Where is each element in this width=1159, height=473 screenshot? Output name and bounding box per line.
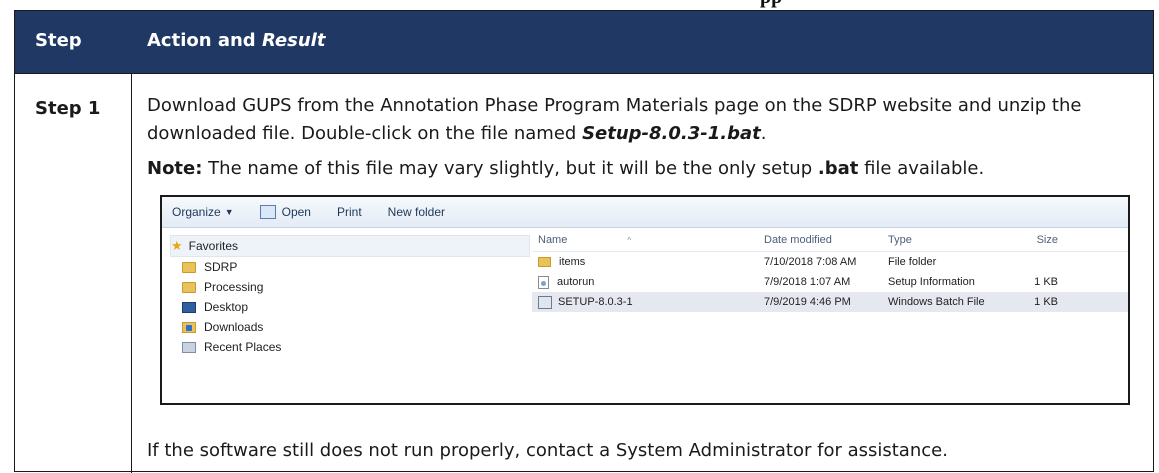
nav-item-downloads[interactable]: Downloads bbox=[170, 317, 530, 337]
column-size[interactable]: Size bbox=[998, 234, 1058, 246]
file-date: 7/10/2018 7:08 AM bbox=[764, 256, 857, 268]
folder-icon bbox=[182, 281, 196, 293]
file-name-cell: autorun bbox=[532, 275, 764, 289]
desktop-icon bbox=[182, 301, 196, 313]
column-type[interactable]: Type bbox=[888, 234, 998, 246]
note-extension: .bat bbox=[817, 158, 859, 179]
header-step: Step bbox=[35, 30, 82, 51]
header-divider bbox=[15, 73, 1153, 74]
instruction-end: . bbox=[760, 123, 767, 144]
navigation-pane: ★ Favorites SDRP Processing Desktop Downl… bbox=[170, 235, 530, 357]
explorer-toolbar: Organize ▼ Open Print New folder bbox=[162, 197, 1128, 228]
folder-icon bbox=[182, 261, 196, 273]
recent-places-icon bbox=[182, 341, 196, 353]
section-title-fragment: pp bbox=[760, 0, 782, 9]
nav-item-recent-places[interactable]: Recent Places bbox=[170, 337, 530, 357]
nav-item-label: SDRP bbox=[204, 260, 238, 274]
file-type: Windows Batch File bbox=[888, 296, 985, 308]
column-date[interactable]: Date modified bbox=[764, 234, 888, 246]
open-label: Open bbox=[281, 205, 311, 219]
nav-item-label: Recent Places bbox=[204, 340, 282, 354]
file-name: autorun bbox=[557, 276, 595, 288]
file-name-cell: items bbox=[532, 256, 764, 268]
file-row[interactable]: items 7/10/2018 7:08 AM File folder bbox=[532, 252, 1128, 272]
nav-item-label: Desktop bbox=[204, 300, 249, 314]
file-type: Setup Information bbox=[888, 276, 975, 288]
print-button[interactable]: Print bbox=[337, 205, 362, 219]
step-1-label: Step 1 bbox=[35, 98, 101, 119]
file-list: Name ^ Date modified Type Size items 7/10… bbox=[532, 229, 1128, 312]
nav-item-processing[interactable]: Processing bbox=[170, 277, 530, 297]
table-header: Step Action and Result bbox=[15, 11, 1153, 73]
nav-item-label: Processing bbox=[204, 280, 264, 294]
file-row[interactable]: autorun 7/9/2018 1:07 AM Setup Informati… bbox=[532, 272, 1128, 292]
batch-file-icon bbox=[538, 295, 552, 309]
file-name: items bbox=[559, 256, 586, 268]
note-label: Note: bbox=[147, 158, 203, 179]
explorer-screenshot: Organize ▼ Open Print New folder ★ Favorit… bbox=[160, 195, 1130, 405]
nav-favorites[interactable]: ★ Favorites bbox=[170, 235, 530, 257]
nav-item-desktop[interactable]: Desktop bbox=[170, 297, 530, 317]
setup-info-icon bbox=[538, 275, 549, 289]
open-icon bbox=[259, 205, 276, 219]
instruction-paragraph: Download GUPS from the Annotation Phase … bbox=[147, 92, 1142, 148]
setup-filename: Setup-8.0.3-1.bat bbox=[582, 123, 761, 144]
file-date: 7/9/2018 1:07 AM bbox=[764, 276, 851, 288]
column-divider bbox=[131, 73, 132, 473]
open-button[interactable]: Open bbox=[259, 205, 311, 219]
chevron-down-icon: ▼ bbox=[224, 207, 234, 217]
new-folder-button[interactable]: New folder bbox=[388, 205, 445, 219]
organize-label: Organize bbox=[172, 205, 221, 219]
sort-caret-icon: ^ bbox=[627, 235, 632, 245]
downloads-icon bbox=[182, 321, 196, 333]
file-list-header: Name ^ Date modified Type Size bbox=[532, 229, 1128, 252]
file-size: 1 KB bbox=[1034, 296, 1058, 308]
column-name[interactable]: Name ^ bbox=[532, 234, 764, 246]
note-end: file available. bbox=[858, 158, 985, 179]
file-date: 7/9/2019 4:46 PM bbox=[764, 296, 851, 308]
folder-icon bbox=[538, 257, 551, 267]
header-result-label: Result bbox=[261, 30, 326, 51]
nav-favorites-label: Favorites bbox=[188, 239, 239, 253]
organize-button[interactable]: Organize ▼ bbox=[172, 205, 234, 219]
nav-item-sdrp[interactable]: SDRP bbox=[170, 257, 530, 277]
header-action: Action and Result bbox=[147, 30, 325, 51]
file-row-selected[interactable]: SETUP-8.0.3-1 7/9/2019 4:46 PM Windows B… bbox=[532, 292, 1128, 312]
file-name: SETUP-8.0.3-1 bbox=[558, 296, 633, 308]
file-name-cell: SETUP-8.0.3-1 bbox=[532, 295, 764, 309]
note-paragraph: Note: The name of this file may vary sli… bbox=[147, 155, 1142, 183]
column-name-label: Name bbox=[538, 234, 568, 246]
star-icon: ★ bbox=[171, 238, 183, 253]
nav-item-label: Downloads bbox=[204, 320, 264, 334]
note-text: The name of this file may vary slightly,… bbox=[202, 158, 818, 179]
file-size: 1 KB bbox=[1034, 276, 1058, 288]
file-type: File folder bbox=[888, 256, 937, 268]
footer-paragraph: If the software still does not run prope… bbox=[147, 440, 948, 461]
header-action-label: Action and bbox=[147, 30, 256, 51]
